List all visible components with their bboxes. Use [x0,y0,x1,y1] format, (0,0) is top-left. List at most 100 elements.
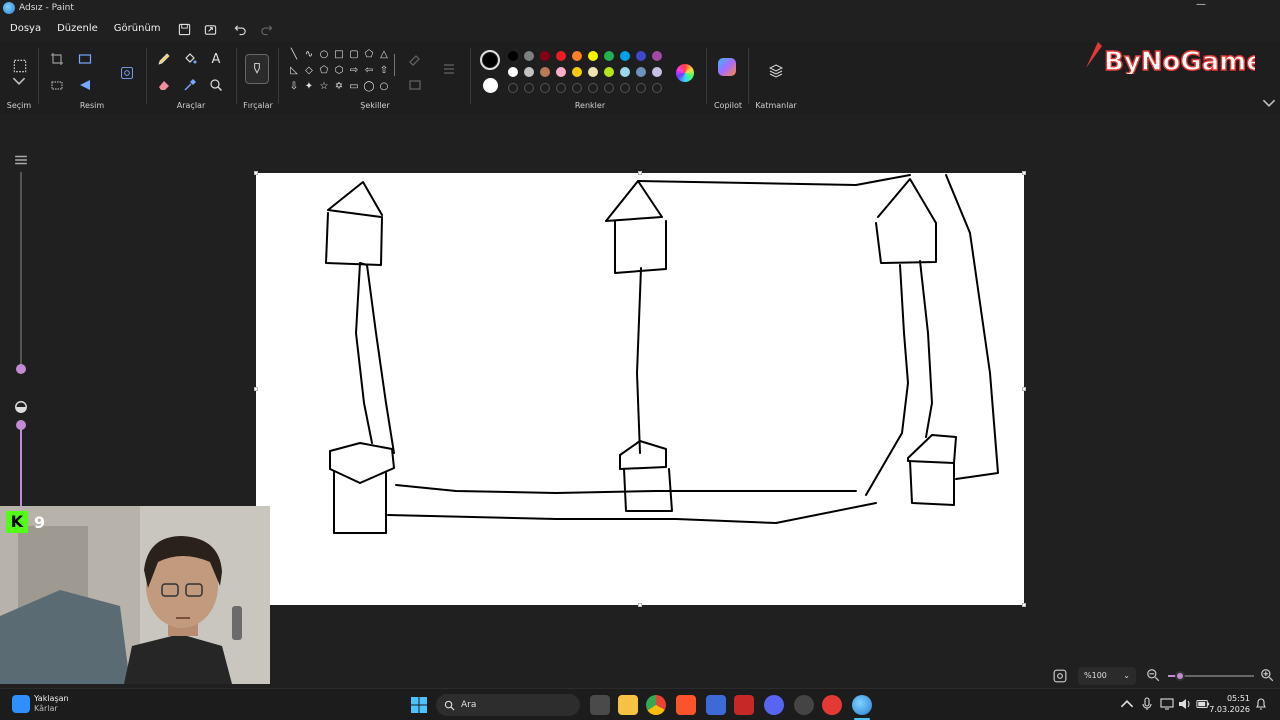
color-swatch[interactable] [636,51,646,61]
color-swatch[interactable] [588,67,598,77]
resize-handle[interactable] [254,387,258,391]
resize-handle[interactable] [254,171,258,175]
copilot-icon[interactable] [718,58,736,76]
battery-icon[interactable] [1196,697,1210,711]
flip-icon[interactable] [76,76,94,94]
resize-handle[interactable] [1022,387,1026,391]
notification-bell-icon[interactable] [1254,697,1268,711]
tray-overflow-icon[interactable] [1120,697,1134,711]
custom-color-slot[interactable] [604,83,614,93]
selection-icon[interactable] [10,56,30,76]
menu-file[interactable]: Dosya [0,18,49,40]
resize-handle[interactable] [1022,603,1026,607]
pencil-icon[interactable] [155,50,173,68]
chrome-icon[interactable] [646,695,666,715]
crop-icon[interactable] [48,50,66,68]
color-swatch[interactable] [636,67,646,77]
stroke-size-icon[interactable] [440,60,458,78]
up-arrow-shape-icon[interactable]: ⇧ [378,66,390,76]
chevron-down-icon[interactable] [12,76,26,86]
color-swatch[interactable] [588,51,598,61]
shapes-scroll[interactable] [394,54,395,76]
news-app-icon[interactable] [734,695,754,715]
custom-color-slot[interactable] [524,83,534,93]
rounded-rectangle-shape-icon[interactable]: ▢ [348,50,360,60]
brush-icon[interactable] [245,54,269,84]
weather-widget-icon[interactable] [12,695,30,713]
obs-icon[interactable] [794,695,814,715]
display-icon[interactable] [1160,697,1174,711]
file-explorer-icon[interactable] [618,695,638,715]
text-icon[interactable]: A [207,50,225,68]
color-swatch[interactable] [652,67,662,77]
rectangle-shape-icon[interactable]: □ [333,50,345,60]
color-swatch[interactable] [508,51,518,61]
curve-shape-icon[interactable]: ∿ [303,50,315,60]
image-select-icon[interactable] [116,62,138,84]
magnifier-icon[interactable] [207,76,225,94]
size-slider-thumb[interactable] [16,364,26,374]
pentagon-shape-icon[interactable]: ⬠ [318,66,330,76]
color-swatch[interactable] [540,67,550,77]
undo-icon[interactable] [231,19,251,39]
weather-widget[interactable]: Yaklaşan Kârlar [34,694,69,714]
opacity-slider-thumb[interactable] [16,420,26,430]
youtube-music-icon[interactable] [822,695,842,715]
custom-color-slot[interactable] [636,83,646,93]
color-swatch[interactable] [620,51,630,61]
rotate-icon[interactable] [48,76,66,94]
fill-icon[interactable] [181,50,199,68]
volume-icon[interactable] [1178,697,1192,711]
custom-color-slot[interactable] [620,83,630,93]
opacity-slider-track[interactable] [20,422,22,506]
drawing-canvas[interactable] [254,171,1026,607]
hexagon-shape-icon[interactable]: ⬡ [333,66,345,76]
fit-to-window-icon[interactable] [1052,668,1068,684]
zoom-slider-thumb[interactable] [1175,671,1185,681]
custom-color-slot[interactable] [540,83,550,93]
color-swatch[interactable] [524,67,534,77]
outline-icon[interactable] [406,50,424,68]
resize-handle[interactable] [638,603,642,607]
six-point-star-icon[interactable]: ✡ [333,82,345,92]
save-icon[interactable] [175,19,195,39]
color-swatch[interactable] [540,51,550,61]
five-point-star-icon[interactable]: ☆ [318,82,330,92]
color-swatch[interactable] [524,51,534,61]
callout-oval-icon[interactable]: ◯ [363,82,375,92]
eraser-icon[interactable] [155,76,173,94]
line-shape-icon[interactable]: ╲ [288,50,300,60]
color-swatch[interactable] [556,67,566,77]
color-swatch[interactable] [604,51,614,61]
polygon-shape-icon[interactable]: ⬠ [363,50,375,60]
color-swatch[interactable] [620,67,630,77]
color-swatch[interactable] [604,67,614,77]
down-arrow-shape-icon[interactable]: ⇩ [288,82,300,92]
zoom-out-icon[interactable] [1146,668,1160,682]
color-swatch[interactable] [508,67,518,77]
custom-color-slot[interactable] [508,83,518,93]
custom-color-slot[interactable] [588,83,598,93]
callout-cloud-icon[interactable]: ○ [378,82,390,92]
menu-edit[interactable]: Düzenle [49,18,106,40]
paint-taskbar-icon[interactable] [852,695,872,715]
fill-shape-icon[interactable] [406,76,424,94]
color-swatch[interactable] [572,51,582,61]
custom-color-slot[interactable] [556,83,566,93]
redo-icon[interactable] [257,19,277,39]
clock[interactable]: 05:51 7.03.2026 [1209,693,1250,715]
taskbar-search[interactable]: Ara [436,694,580,716]
edit-colors-icon[interactable] [676,64,694,82]
brave-icon[interactable] [676,695,696,715]
zoom-in-icon[interactable] [1260,668,1274,682]
menu-view[interactable]: Görünüm [106,18,169,40]
left-arrow-shape-icon[interactable]: ⇦ [363,66,375,76]
oval-shape-icon[interactable]: ○ [318,50,330,60]
custom-color-slot[interactable] [652,83,662,93]
share-icon[interactable] [201,19,221,39]
color-swatch[interactable] [556,51,566,61]
discord-icon[interactable] [764,695,784,715]
resize-handle[interactable] [1022,171,1026,175]
start-button[interactable] [410,696,428,714]
layers-icon[interactable] [767,62,785,80]
